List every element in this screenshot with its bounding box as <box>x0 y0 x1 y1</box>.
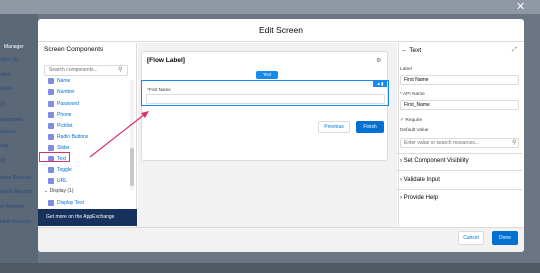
back-arrow-icon[interactable]: ← <box>401 47 408 54</box>
require-label: Require <box>405 118 423 123</box>
default-value-input[interactable]: Enter value or search resources... <box>400 138 519 148</box>
require-checkbox[interactable]: ✓ Require <box>400 118 422 123</box>
annotation-arrow <box>89 111 149 158</box>
section-help[interactable]: › Provide Help <box>400 195 520 201</box>
expand-icon[interactable]: ⤢ <box>512 47 517 54</box>
divider <box>396 189 522 190</box>
section-label: Validate Input <box>403 177 440 183</box>
section-visibility[interactable]: › Set Component Visibility <box>400 158 520 164</box>
default-value-label: Default Value <box>400 128 429 133</box>
divider <box>396 153 522 154</box>
search-icon[interactable]: ⚲ <box>512 139 516 146</box>
chevron-right-icon: › <box>400 158 402 164</box>
label-field-label: Label <box>400 67 412 72</box>
label-input[interactable]: First Name <box>400 75 519 85</box>
properties-header: ← Text <box>401 47 421 54</box>
divider <box>396 170 522 171</box>
section-validate[interactable]: › Validate Input <box>400 177 520 183</box>
check-icon: ✓ <box>400 118 405 123</box>
properties-title: Text <box>409 47 422 54</box>
api-name-input[interactable]: First_Name <box>400 100 519 110</box>
chevron-right-icon: › <box>400 195 402 201</box>
api-name-label: * API Name <box>400 92 425 97</box>
section-label: Set Component Visibility <box>403 158 469 164</box>
chevron-right-icon: › <box>400 177 402 183</box>
section-label: Provide Help <box>403 195 439 201</box>
